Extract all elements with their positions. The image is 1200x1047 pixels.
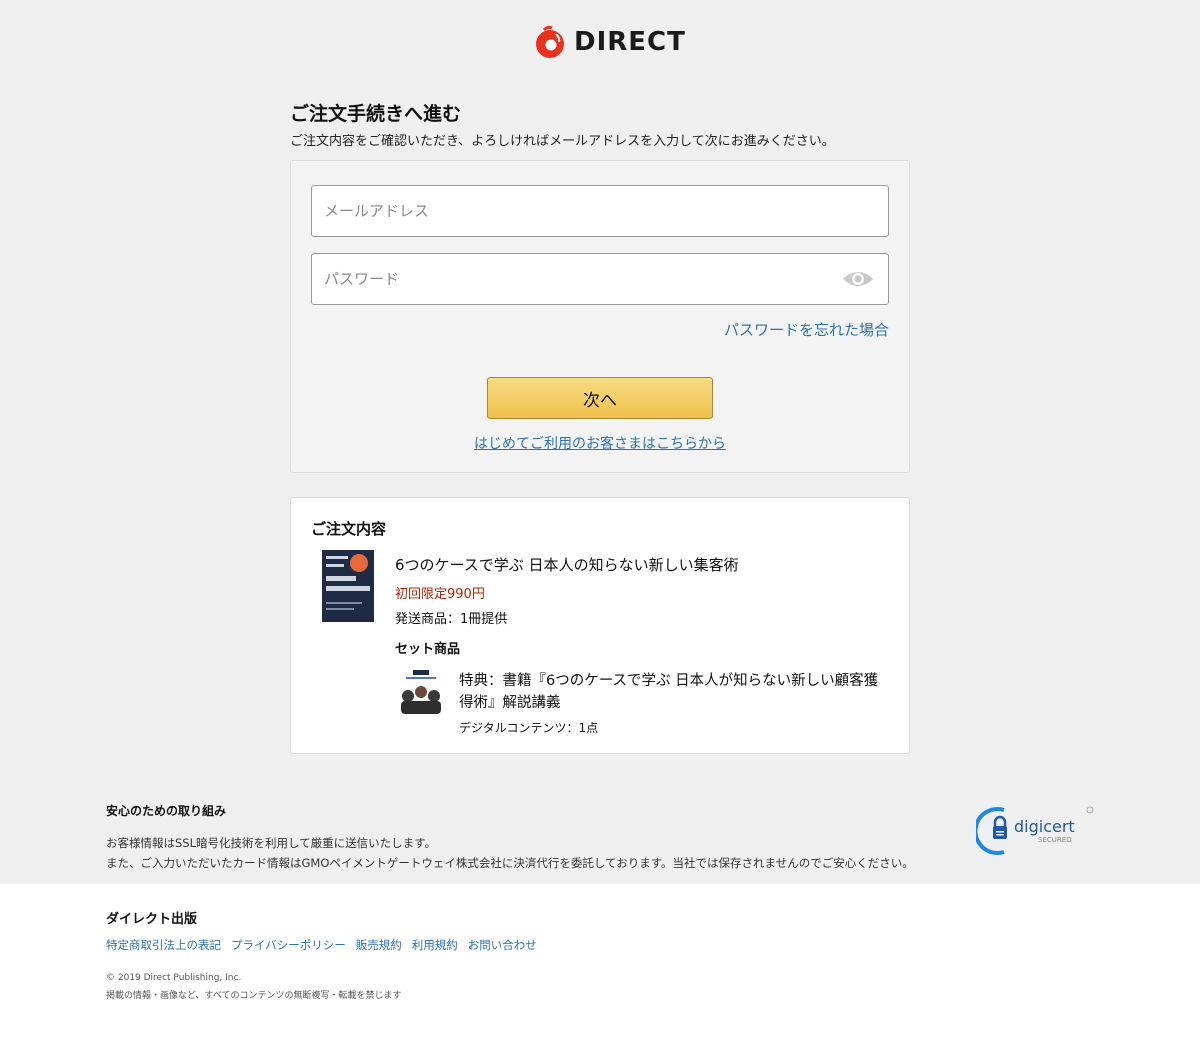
footer: ダイレクト出版 特定商取引法上の表記 プライバシーポリシー 販売規約 利用規約 … xyxy=(0,884,1200,1047)
order-summary: ご注文内容 6つのケースで学ぶ 日本人の知らない新しい集客術 初回限定990円 … xyxy=(290,497,910,754)
first-time-customer-link[interactable]: はじめてご利用のお客さまはこちらから xyxy=(291,433,909,453)
logo[interactable]: DIRECT xyxy=(534,24,686,60)
checkout-main: ご注文手続きへ進む ご注文内容をご確認いただき、よろしければメールアドレスを入力… xyxy=(290,100,910,754)
security-text-ssl: お客様情報はSSL暗号化技術を利用して厳重に送信いたします。 xyxy=(106,836,437,850)
footer-link-legal[interactable]: 特定商取引法上の表記 xyxy=(106,937,221,953)
login-form: パスワードを忘れた場合 次へ はじめてご利用のお客さまはこちらから xyxy=(290,160,910,473)
svg-text:SECURED: SECURED xyxy=(1038,836,1072,844)
page-description: ご注文内容をご確認いただき、よろしければメールアドレスを入力して次にお進みくださ… xyxy=(290,134,835,149)
eye-icon[interactable] xyxy=(842,268,874,290)
set-items-title: セット商品 xyxy=(395,642,461,657)
next-button[interactable]: 次へ xyxy=(487,377,713,419)
rights-notice: 掲載の情報・画像など、すべてのコンテンツの無断複写・転載を禁じます xyxy=(106,991,402,1001)
footer-links: 特定商取引法上の表記 プライバシーポリシー 販売規約 利用規約 お問い合わせ xyxy=(106,937,537,953)
footer-link-terms[interactable]: 利用規約 xyxy=(412,937,458,953)
digicert-secured-badge[interactable]: digicert SECURED xyxy=(976,804,1096,856)
header: DIRECT xyxy=(0,0,1200,90)
copyright: © 2019 Direct Publishing, Inc. xyxy=(106,973,242,983)
product-shipping: 発送商品：1冊提供 xyxy=(395,612,508,627)
email-field[interactable] xyxy=(312,186,888,236)
logo-mark-icon xyxy=(536,25,564,58)
password-field[interactable] xyxy=(312,254,888,304)
order-summary-title: ご注文内容 xyxy=(311,520,387,538)
bonus-thumbnail-image xyxy=(398,668,444,716)
page-title: ご注文手続きへ進む xyxy=(290,103,462,125)
password-field-wrapper xyxy=(311,253,889,305)
email-field-wrapper xyxy=(311,185,889,237)
footer-link-contact[interactable]: お問い合わせ xyxy=(468,937,537,953)
book-cover-image xyxy=(322,550,374,622)
security-text-payment: また、ご入力いただいたカード情報はGMOペイメントゲートウェイ株式会社に決済代行… xyxy=(106,856,914,870)
forgot-password-link[interactable]: パスワードを忘れた場合 xyxy=(724,319,889,340)
logo-text: DIRECT xyxy=(574,27,686,57)
product-price: 初回限定990円 xyxy=(395,587,485,602)
bonus-name: 特典：書籍『6つのケースで学ぶ 日本人が知らない新しい顧客獲得術』解説講義 xyxy=(459,673,879,711)
footer-link-sales-terms[interactable]: 販売規約 xyxy=(356,937,402,953)
security-notice: 安心のための取り組み お客様情報はSSL暗号化技術を利用して厳重に送信いたします… xyxy=(106,802,966,873)
footer-company-name: ダイレクト出版 xyxy=(106,912,198,927)
product-name: 6つのケースで学ぶ 日本人の知らない新しい集客術 xyxy=(395,556,739,574)
bonus-quantity: デジタルコンテンツ：1点 xyxy=(459,721,599,735)
footer-link-privacy[interactable]: プライバシーポリシー xyxy=(231,937,346,953)
svg-text:digicert: digicert xyxy=(1014,817,1075,836)
security-title: 安心のための取り組み xyxy=(106,804,227,818)
